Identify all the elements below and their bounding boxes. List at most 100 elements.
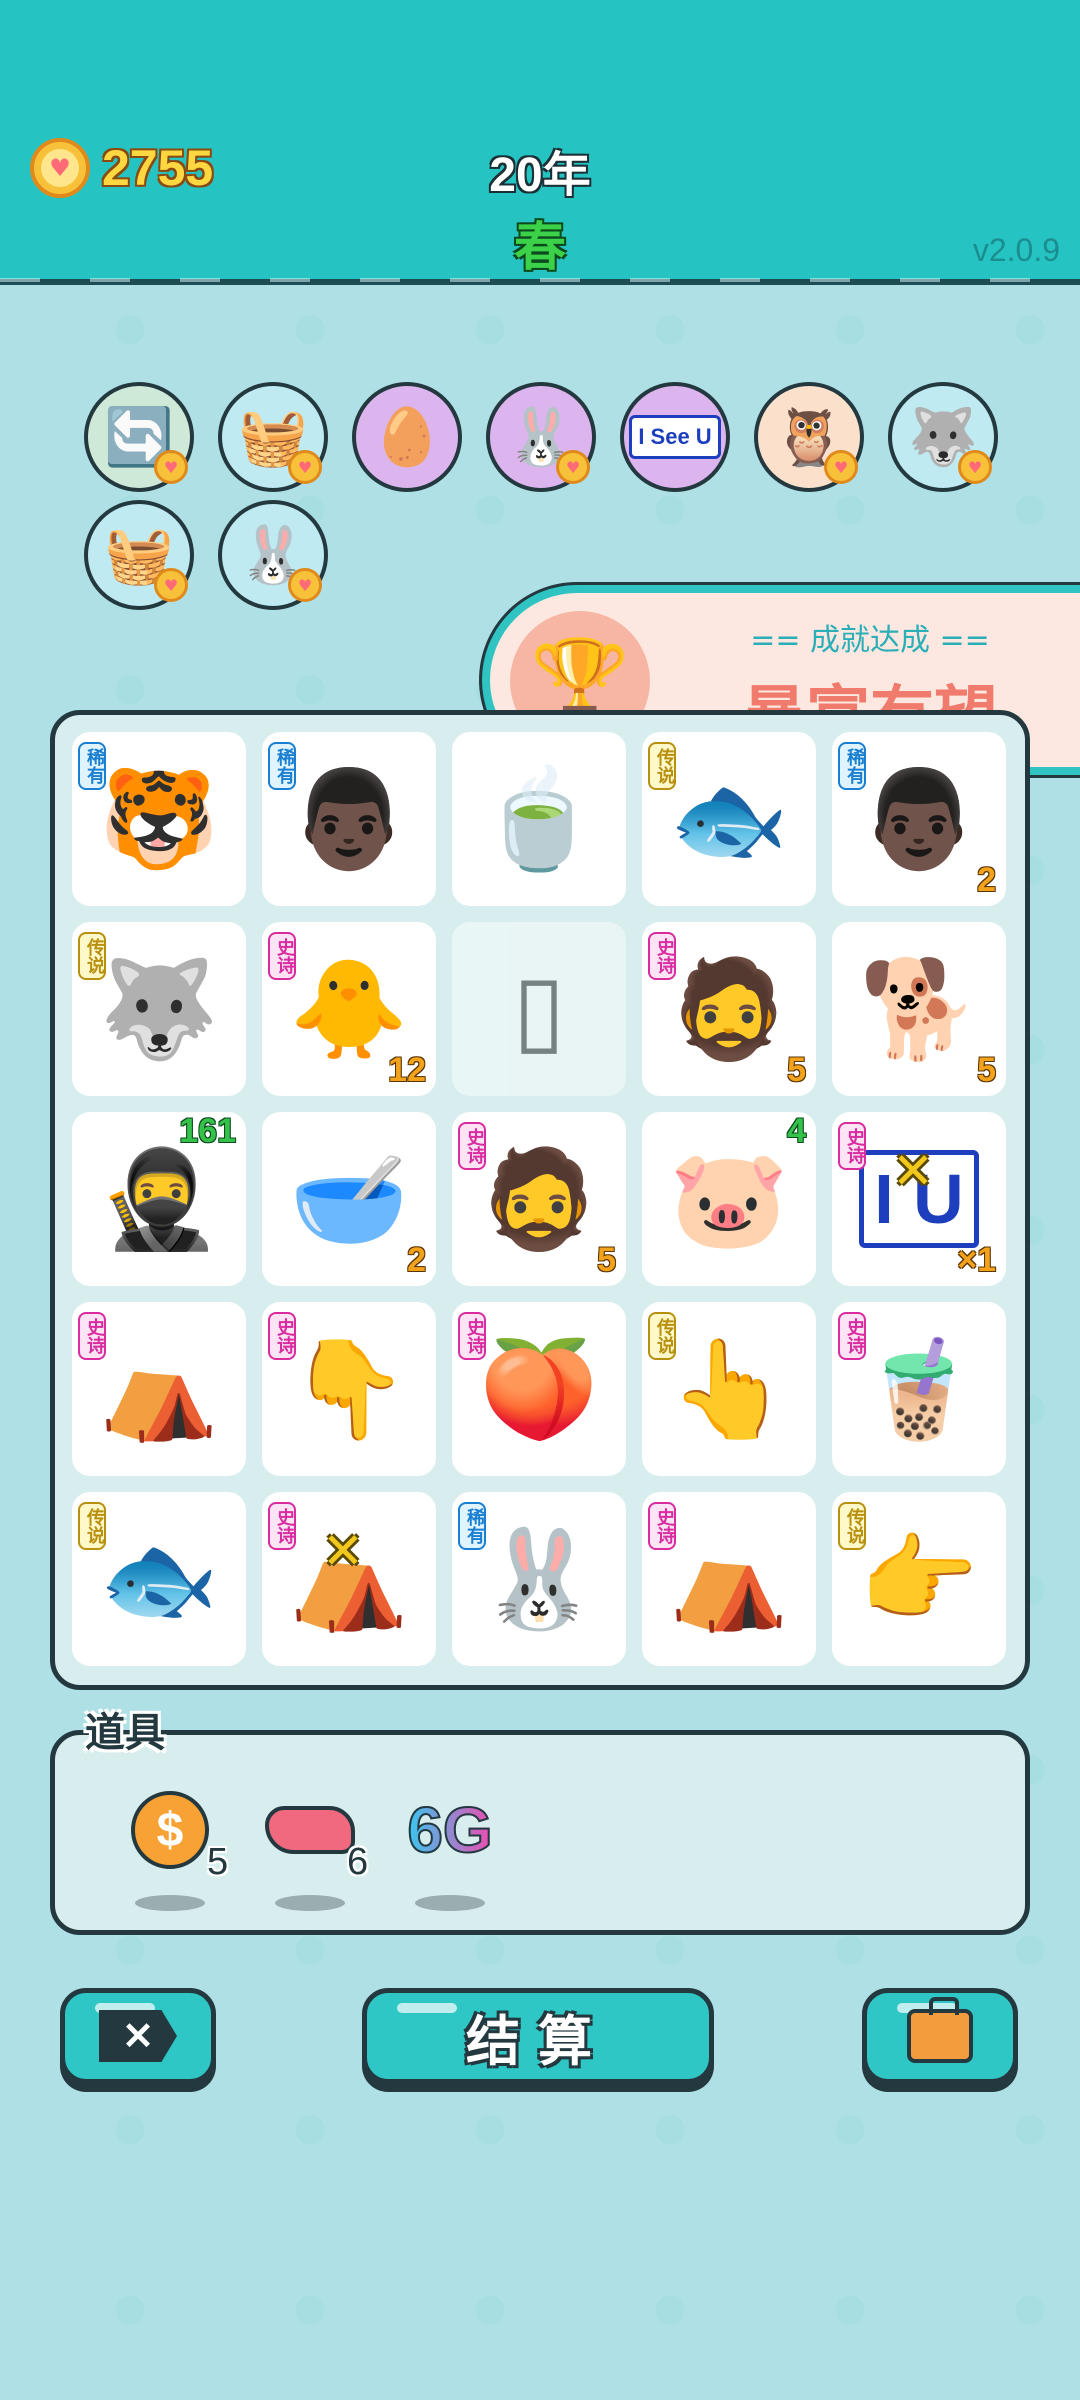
board-tile[interactable]: 🐷 4 bbox=[642, 1112, 816, 1286]
item-slot[interactable]: 6 bbox=[265, 1785, 385, 1935]
item-count: 5 bbox=[207, 1841, 229, 1883]
heart-coin-icon: ♥ bbox=[824, 450, 858, 484]
rarity-badge: 传说 bbox=[838, 1502, 866, 1550]
game-board: 🐯 稀有 👨🏿 稀有 🍵 🐟 传说 👨🏿 稀有 2 🐺 传说 🐥 史诗 12 ▯ 🧔 史诗 5 🐕 5 🥷 161 🥣 2 🧔 史诗… bbox=[50, 710, 1030, 1690]
egg-icon-glyph: 🥚 bbox=[372, 405, 442, 470]
i-see-u-icon[interactable]: I See U bbox=[620, 382, 730, 492]
board-tile[interactable]: 🐟 传说 bbox=[72, 1492, 246, 1666]
rarity-badge: 史诗 bbox=[78, 1312, 106, 1360]
board-tile[interactable]: 🧔 史诗 5 bbox=[452, 1112, 626, 1286]
board-tile[interactable]: I U 史诗 ×1 ✕ bbox=[832, 1112, 1006, 1286]
soup-bowl-icon: 🥣 bbox=[289, 1142, 409, 1255]
briefcase-icon bbox=[907, 1997, 973, 2063]
pointing-hand-icon: 👆 bbox=[669, 1332, 789, 1445]
pig-icon: 🐷 bbox=[669, 1142, 789, 1255]
board-tile[interactable]: 🍑 史诗 bbox=[452, 1302, 626, 1476]
item-slot[interactable]: $5 bbox=[125, 1785, 245, 1935]
rarity-badge: 稀有 bbox=[78, 742, 106, 790]
board-tile[interactable]: 🐰 稀有 bbox=[452, 1492, 626, 1666]
tiger-icon: 🐯 bbox=[99, 762, 219, 875]
green-hat-man-icon: 🧔 bbox=[479, 1142, 599, 1255]
board-tile[interactable]: 👉 传说 bbox=[832, 1492, 1006, 1666]
6g-icon: 6G bbox=[406, 1793, 493, 1867]
multiplier-x-icon: ✕ bbox=[322, 1522, 364, 1580]
owl-goggles-icon[interactable]: 🦉 ♥ bbox=[754, 382, 864, 492]
refresh-icon[interactable]: 🔄 ♥ bbox=[84, 382, 194, 492]
item-shadow bbox=[275, 1895, 345, 1911]
exit-button[interactable]: ✕ bbox=[60, 1988, 216, 2084]
board-tile[interactable]: 👨🏿 稀有 bbox=[262, 732, 436, 906]
board-tile[interactable]: ⛺ 史诗 bbox=[72, 1302, 246, 1476]
rarity-badge: 史诗 bbox=[268, 1502, 296, 1550]
tile-count: 12 bbox=[388, 1051, 426, 1089]
tile-count: 5 bbox=[597, 1241, 616, 1279]
husky-icon[interactable]: 🐺 ♥ bbox=[888, 382, 998, 492]
item-shadow bbox=[415, 1895, 485, 1911]
tea-bag-icon: 🍵 bbox=[479, 762, 599, 875]
settle-button-label: 结算 bbox=[466, 2009, 610, 2073]
board-tile[interactable]: 🧔 史诗 5 bbox=[642, 922, 816, 1096]
rarity-badge: 史诗 bbox=[458, 1122, 486, 1170]
rabbit-icon: 🐰 bbox=[479, 1522, 599, 1635]
pointing-down-hand-icon: 👇 bbox=[289, 1332, 409, 1445]
item-slot[interactable]: 6G bbox=[405, 1785, 525, 1935]
rabbit-icon[interactable]: 🐰 ♥ bbox=[486, 382, 596, 492]
rarity-badge: 稀有 bbox=[268, 742, 296, 790]
heart-coin-icon: ♥ bbox=[154, 450, 188, 484]
koi-fish-icon: 🐟 bbox=[669, 762, 789, 875]
board-tile[interactable]: 🥷 161 bbox=[72, 1112, 246, 1286]
board-tile[interactable]: ▯ bbox=[452, 922, 626, 1096]
thief-icon: 🥷 bbox=[99, 1142, 219, 1255]
board-tile[interactable]: 👨🏿 稀有 2 bbox=[832, 732, 1006, 906]
board-tile[interactable]: 🐟 传说 bbox=[642, 732, 816, 906]
board-tile[interactable]: 🐺 传说 bbox=[72, 922, 246, 1096]
board-tile[interactable]: 🐥 史诗 12 bbox=[262, 922, 436, 1096]
board-tile[interactable]: ⛺ 史诗 bbox=[642, 1492, 816, 1666]
rarity-badge: 史诗 bbox=[838, 1312, 866, 1360]
board-tile[interactable]: ⛺ 史诗 ✕ bbox=[262, 1492, 436, 1666]
rabbit-tent-icon: ⛺ bbox=[669, 1522, 789, 1635]
board-tile[interactable]: 🐕 5 bbox=[832, 922, 1006, 1096]
tile-count: 2 bbox=[977, 861, 996, 899]
rarity-badge: 史诗 bbox=[458, 1312, 486, 1360]
multiplier-x-icon: ✕ bbox=[892, 1142, 934, 1200]
fruit-basket-icon[interactable]: 🧺 ♥ bbox=[218, 382, 328, 492]
items-title: 道具 bbox=[85, 1710, 165, 1756]
rarity-badge: 稀有 bbox=[458, 1502, 486, 1550]
board-tile[interactable]: 👆 传说 bbox=[642, 1302, 816, 1476]
version-label: v2.0.9 bbox=[972, 232, 1060, 268]
lucky-chick-icon: 🐥 bbox=[289, 952, 409, 1065]
rarity-badge: 稀有 bbox=[838, 742, 866, 790]
rarity-badge: 史诗 bbox=[268, 1312, 296, 1360]
rarity-badge: 传说 bbox=[78, 932, 106, 980]
exit-icon: ✕ bbox=[99, 2010, 177, 2062]
tile-count: 2 bbox=[407, 1241, 426, 1279]
achievement-subtitle: == 成就达成 == bbox=[750, 623, 990, 658]
item-count: 6 bbox=[347, 1841, 369, 1883]
items-panel: $5 6 6G bbox=[50, 1730, 1030, 1935]
rarity-badge: 史诗 bbox=[838, 1122, 866, 1170]
heart-coin-icon: ♥ bbox=[958, 450, 992, 484]
item-shadow bbox=[135, 1895, 205, 1911]
tile-count: 5 bbox=[977, 1051, 996, 1089]
bag-button[interactable] bbox=[862, 1988, 1018, 2084]
settle-button[interactable]: 结算 bbox=[362, 1988, 714, 2084]
board-tile[interactable]: 🐯 稀有 bbox=[72, 732, 246, 906]
peach-icon: 🍑 bbox=[479, 1332, 599, 1445]
board-tile[interactable]: 🍵 bbox=[452, 732, 626, 906]
bucket-hat-man-icon: 👨🏿 bbox=[859, 762, 979, 875]
tile-count: 161 bbox=[179, 1112, 236, 1150]
heart-coin-icon: ♥ bbox=[288, 568, 322, 602]
rarity-badge: 史诗 bbox=[268, 932, 296, 980]
board-tile[interactable]: 🧋 史诗 bbox=[832, 1302, 1006, 1476]
fruit-basket-icon[interactable]: 🧺 ♥ bbox=[84, 500, 194, 610]
liver-icon bbox=[265, 1785, 355, 1875]
rarity-badge: 传说 bbox=[78, 1502, 106, 1550]
relic-label: I See U bbox=[629, 415, 721, 459]
brown-dog-icon: 🐕 bbox=[859, 952, 979, 1065]
board-tile[interactable]: 🥣 2 bbox=[262, 1112, 436, 1286]
egg-icon[interactable]: 🥚 bbox=[352, 382, 462, 492]
rabbit-icon[interactable]: 🐰 ♥ bbox=[218, 500, 328, 610]
green-hat-man-icon: 🧔 bbox=[669, 952, 789, 1065]
board-tile[interactable]: 👇 史诗 bbox=[262, 1302, 436, 1476]
